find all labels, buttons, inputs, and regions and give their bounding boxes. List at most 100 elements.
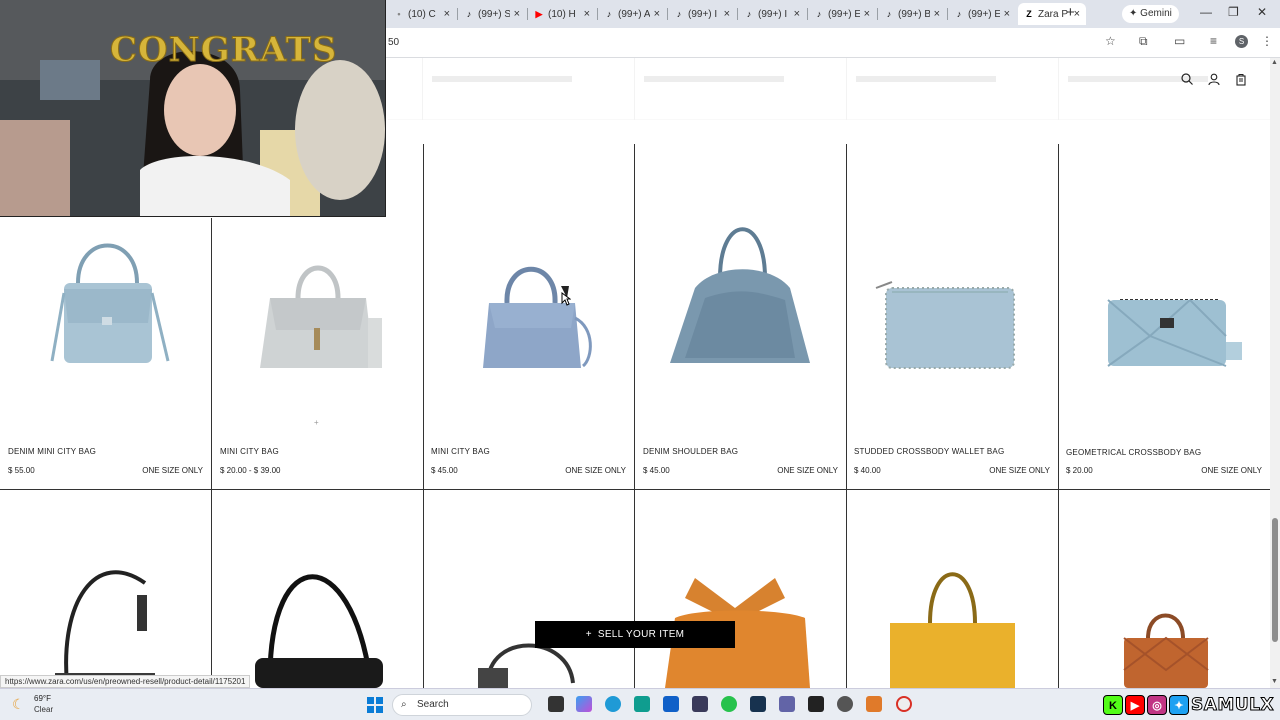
product-size: ONE SIZE ONLY [565,466,626,475]
restore-icon[interactable]: ❐ [1228,5,1239,19]
bag-icon[interactable] [1234,72,1248,86]
browser-tab[interactable]: ♪ (99+) S × [458,3,526,25]
product-price: $ 20.00 - $ 39.00 [220,466,281,475]
cast-icon[interactable]: ▭ [1174,34,1185,48]
product-size: ONE SIZE ONLY [989,466,1050,475]
social-handle: SAMULX [1190,695,1275,716]
user-icon[interactable] [1207,72,1221,86]
teams-icon[interactable] [779,696,795,712]
url-text[interactable]: 50 [388,37,399,48]
app-icon[interactable] [866,696,882,712]
tab-close-icon[interactable]: × [654,8,660,20]
tab-close-icon[interactable]: × [864,8,870,20]
grid-divider [211,218,212,688]
search-icon: ⌕ [401,699,407,710]
page-scrollbar[interactable]: ▲ ▼ [1270,58,1280,688]
tab-separator [737,8,738,20]
product-name[interactable]: DENIM MINI CITY BAG [8,447,96,456]
product-image[interactable] [1100,286,1245,371]
tab-close-icon[interactable]: × [514,8,520,20]
tab-close-icon[interactable]: × [1004,8,1010,20]
extensions-icon[interactable]: ⧉ [1139,34,1148,49]
product-image[interactable] [475,258,600,373]
tiktok-icon: ♪ [886,9,892,19]
close-window-icon[interactable]: ✕ [1257,5,1267,19]
product-image[interactable] [40,233,175,373]
product-image[interactable] [1118,608,1213,688]
ghost-cell [634,58,635,120]
browser-tab[interactable]: Z Zara P × [1018,3,1086,25]
tab-close-icon[interactable]: × [724,8,730,20]
product-image[interactable] [250,553,385,688]
outlook-icon[interactable] [663,696,679,712]
bookmark-star-icon[interactable]: ☆ [1105,34,1116,48]
scroll-down-icon[interactable]: ▼ [1271,678,1278,685]
whatsapp-icon[interactable] [721,696,737,712]
tab-close-icon[interactable]: × [794,8,800,20]
browser-tab[interactable]: • (10) C × [388,3,456,25]
scroll-up-icon[interactable]: ▲ [1271,59,1278,66]
media-control-icon[interactable]: ≡ [1210,34,1217,48]
steam-icon[interactable] [750,696,766,712]
gemini-button[interactable]: ✦ Gemini [1122,5,1179,23]
product-name[interactable]: MINI CITY BAG [431,447,490,456]
sell-your-item-button[interactable]: + SELL YOUR ITEM [535,621,735,648]
product-image[interactable] [250,258,390,373]
chrome-icon[interactable] [896,696,912,712]
call-of-duty-icon[interactable] [808,696,824,712]
browser-tab[interactable]: ♪ (99+) E × [808,3,876,25]
scrollbar-thumb[interactable] [1272,518,1278,642]
tab-title: (99+) E [828,8,860,20]
ghost-cell [422,58,423,120]
edge-icon[interactable] [605,696,621,712]
browser-tab[interactable]: ▶ (10) H × [528,3,596,25]
carousel-dot[interactable]: + [314,418,319,427]
link-hover-status: https://www.zara.com/us/en/preowned-rese… [0,675,251,688]
product-name[interactable]: MINI CITY BAG [220,447,279,456]
tab-close-icon[interactable]: × [584,8,590,20]
weather-temperature[interactable]: 69°F [34,694,51,703]
tab-close-icon[interactable]: × [934,8,940,20]
grid-divider [423,144,424,688]
product-name[interactable]: STUDDED CROSSBODY WALLET BAG [854,447,1004,456]
browser-tab[interactable]: ♪ (99+) B × [878,3,946,25]
browser-tab[interactable]: ♪ (99+) E × [948,3,1016,25]
search-icon[interactable] [1180,72,1194,86]
product-image[interactable] [885,563,1020,688]
tab-title: (99+) B [898,8,930,20]
weather-description[interactable]: Clear [34,705,53,714]
kick-icon: K [1103,695,1123,715]
windows-start-icon[interactable] [367,697,383,713]
copilot-icon[interactable] [576,696,592,712]
tab-title: (99+) I [688,8,718,20]
product-image[interactable] [872,278,1017,373]
profile-avatar[interactable]: S [1235,35,1248,48]
minimize-icon[interactable]: — [1200,5,1212,19]
browser-tab[interactable]: ♪ (99+) A × [598,3,666,25]
tab-close-icon[interactable]: × [444,8,450,20]
product-price: $ 55.00 [8,466,35,475]
ghost-cell [846,58,847,120]
product-price: $ 20.00 [1066,466,1093,475]
tiktok-icon: ♪ [956,9,962,19]
tab-title: (10) H [548,8,576,20]
app-icon[interactable] [634,696,650,712]
mouse-cursor-icon [561,292,571,306]
product-image[interactable] [665,218,815,373]
store-icon[interactable] [692,696,708,712]
taskbar-search-input[interactable]: ⌕ Search [392,694,532,716]
tab-title: (10) C [408,8,436,20]
new-tab-button[interactable]: + [1066,4,1075,21]
gemini-label: Gemini [1140,8,1172,19]
browser-tab[interactable]: ♪ (99+) I × [738,3,806,25]
task-view-icon[interactable] [548,696,564,712]
product-image[interactable] [55,553,160,688]
browser-menu-icon[interactable]: ⋮ [1261,34,1273,48]
row-divider [0,489,1270,490]
obs-icon[interactable] [837,696,853,712]
browser-tab[interactable]: ♪ (99+) I × [668,3,736,25]
product-name[interactable]: DENIM SHOULDER BAG [643,447,738,456]
product-size: ONE SIZE ONLY [142,466,203,475]
weather-moon-icon: ☾ [12,696,25,712]
product-name[interactable]: GEOMETRICAL CROSSBODY BAG [1066,448,1201,457]
